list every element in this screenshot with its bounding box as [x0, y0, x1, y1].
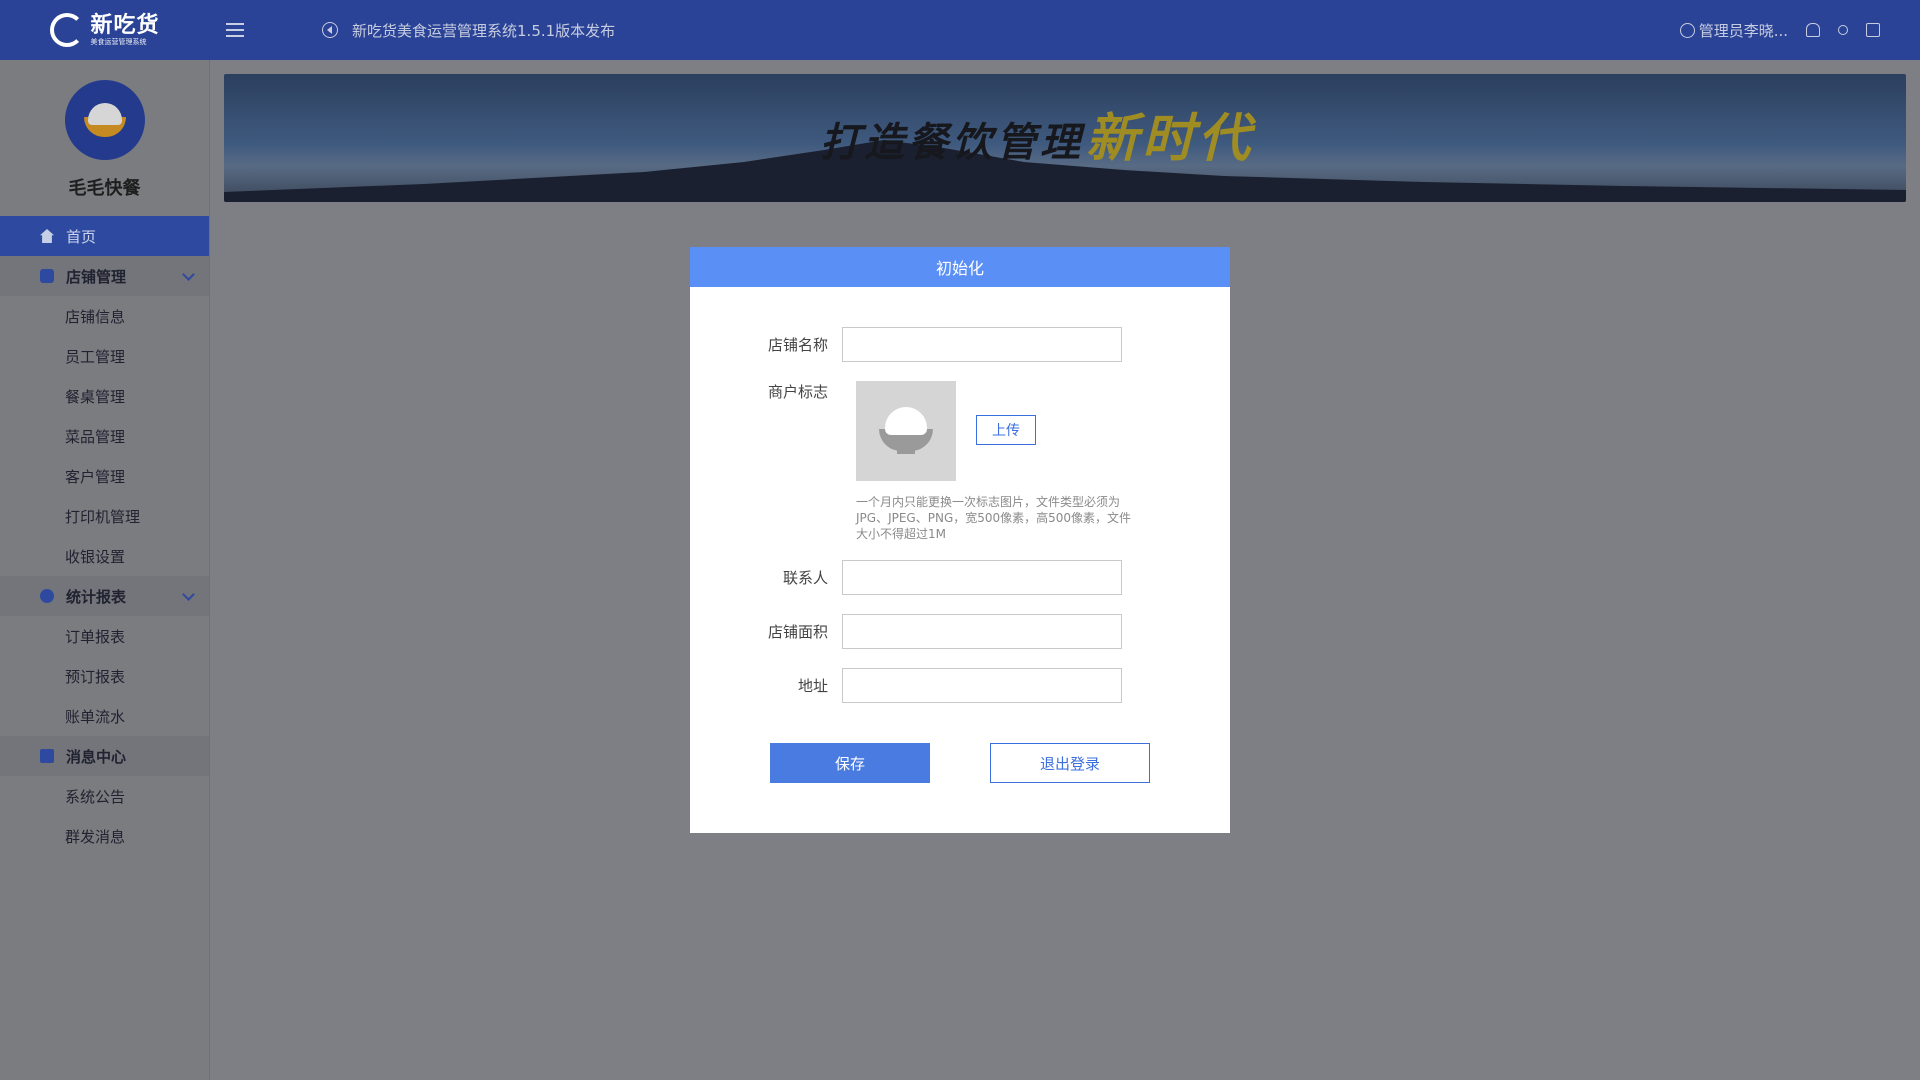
top-bar: 新吃货 美食运营管理系统 新吃货美食运营管理系统1.5.1版本发布 管理员李晓.… — [0, 0, 1920, 60]
banner-slogan: 打造餐饮管理 — [820, 119, 1084, 166]
sidebar: 毛毛快餐 首页 店铺管理 店铺信息 员工管理 餐桌管理 菜品管理 客户管理 打印… — [0, 60, 210, 1080]
sidebar-item-booking-report[interactable]: 预订报表 — [0, 656, 209, 696]
shop-name-input[interactable] — [842, 327, 1122, 362]
sidebar-item-label: 打印机管理 — [65, 507, 141, 526]
rice-bowl-icon — [83, 103, 126, 137]
user-name: 管理员李晓... — [1698, 21, 1788, 40]
chevron-down-icon — [182, 588, 195, 601]
announcement[interactable]: 新吃货美食运营管理系统1.5.1版本发布 — [322, 20, 615, 41]
logo-preview[interactable] — [856, 381, 956, 481]
exit-icon[interactable] — [1866, 23, 1880, 37]
address-row: 地址 — [690, 668, 1122, 703]
brand-logo[interactable]: 新吃货 美食运营管理系统 — [0, 0, 210, 60]
brand-name: 新吃货 — [90, 12, 160, 38]
sidebar-item-label: 餐桌管理 — [65, 387, 126, 406]
sidebar-item-label: 收银设置 — [65, 547, 126, 566]
area-row: 店铺面积 — [690, 614, 1122, 649]
sidebar-item-cashier[interactable]: 收银设置 — [0, 536, 209, 576]
logo-mark-icon — [50, 13, 85, 47]
sidebar-group-label: 统计报表 — [66, 587, 127, 606]
store-icon — [40, 269, 54, 283]
contact-label: 联系人 — [782, 569, 828, 587]
save-button[interactable]: 保存 — [770, 743, 930, 783]
address-label: 地址 — [797, 677, 828, 695]
speaker-icon — [322, 22, 338, 38]
shop-name-row: 店铺名称 — [690, 327, 1122, 362]
sidebar-item-home[interactable]: 首页 — [0, 216, 209, 256]
logo-hint: 一个月内只能更换一次标志图片，文件类型必须为JPG、JPEG、PNG，宽500像… — [856, 495, 1132, 541]
sidebar-item-store-info[interactable]: 店铺信息 — [0, 296, 209, 336]
sidebar-item-broadcast[interactable]: 群发消息 — [0, 816, 209, 856]
key-icon[interactable] — [1838, 25, 1848, 35]
mail-icon — [40, 749, 54, 763]
shop-name-label: 店铺名称 — [767, 336, 828, 354]
sidebar-item-dishes[interactable]: 菜品管理 — [0, 416, 209, 456]
chevron-down-icon — [182, 268, 195, 281]
sidebar-item-label: 客户管理 — [65, 467, 126, 486]
sidebar-group-stats[interactable]: 统计报表 — [0, 576, 209, 616]
sidebar-item-label: 系统公告 — [65, 787, 126, 806]
sidebar-item-label: 菜品管理 — [65, 427, 126, 446]
avatar — [64, 80, 145, 160]
sidebar-item-label: 订单报表 — [65, 627, 126, 646]
user-menu[interactable]: 管理员李晓... — [1679, 20, 1788, 41]
home-icon — [40, 229, 54, 243]
area-label: 店铺面积 — [767, 623, 828, 641]
menu-toggle-icon[interactable] — [226, 23, 244, 37]
contact-input[interactable] — [842, 560, 1122, 595]
sidebar-item-customers[interactable]: 客户管理 — [0, 456, 209, 496]
sidebar-item-staff[interactable]: 员工管理 — [0, 336, 209, 376]
rice-bowl-icon — [879, 407, 933, 455]
logo-label: 商户标志 — [767, 383, 828, 401]
clock-icon — [40, 589, 54, 603]
sidebar-group-label: 消息中心 — [66, 747, 127, 766]
sidebar-item-label: 群发消息 — [65, 827, 126, 846]
sidebar-item-label: 店铺信息 — [65, 307, 126, 326]
sidebar-item-order-report[interactable]: 订单报表 — [0, 616, 209, 656]
user-icon — [1679, 22, 1695, 38]
banner-slogan-accent: 新时代 — [1086, 108, 1255, 169]
sidebar-item-label: 首页 — [66, 227, 97, 246]
contact-row: 联系人 — [690, 560, 1122, 595]
logout-button[interactable]: 退出登录 — [990, 743, 1150, 783]
sidebar-item-label: 预订报表 — [65, 667, 126, 686]
shop-profile: 毛毛快餐 — [0, 60, 209, 216]
bell-icon[interactable] — [1806, 23, 1820, 37]
sidebar-item-tables[interactable]: 餐桌管理 — [0, 376, 209, 416]
sidebar-item-notices[interactable]: 系统公告 — [0, 776, 209, 816]
sidebar-group-label: 店铺管理 — [66, 267, 127, 286]
sidebar-group-store[interactable]: 店铺管理 — [0, 256, 209, 296]
dialog-title: 初始化 — [690, 247, 1230, 287]
hero-banner: 打造餐饮管理 新时代 — [224, 74, 1906, 202]
area-input[interactable] — [842, 614, 1122, 649]
upload-button[interactable]: 上传 — [976, 415, 1036, 445]
init-dialog: 初始化 店铺名称 商户标志 上传 一个月内只能更换一次标志图片，文件类型必须为J… — [690, 247, 1230, 833]
sidebar-item-printers[interactable]: 打印机管理 — [0, 496, 209, 536]
shop-name: 毛毛快餐 — [68, 178, 141, 199]
announcement-text: 新吃货美食运营管理系统1.5.1版本发布 — [352, 21, 616, 40]
sidebar-item-bill-flow[interactable]: 账单流水 — [0, 696, 209, 736]
sidebar-item-label: 员工管理 — [65, 347, 126, 366]
address-input[interactable] — [842, 668, 1122, 703]
brand-subtitle: 美食运营管理系统 — [90, 37, 147, 46]
sidebar-group-messages[interactable]: 消息中心 — [0, 736, 209, 776]
sidebar-item-label: 账单流水 — [65, 707, 126, 726]
